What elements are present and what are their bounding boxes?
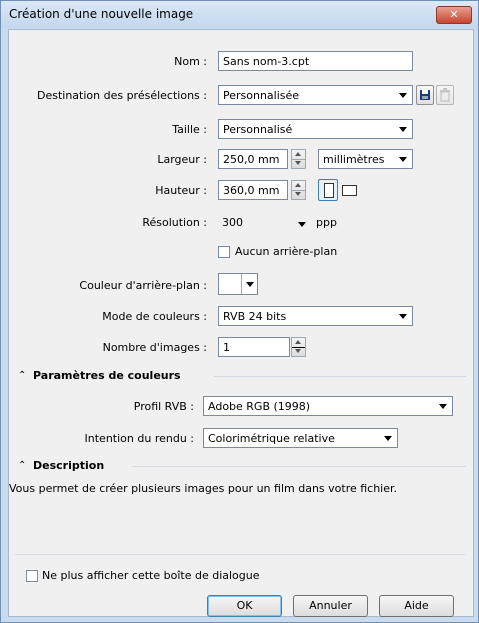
resolution-label: Résolution :	[142, 216, 207, 229]
bg-color-picker[interactable]	[218, 273, 258, 295]
spin-up-icon	[295, 340, 301, 344]
title-bar[interactable]: Création d'une nouvelle image ✕	[1, 1, 478, 28]
largeur-label: Largeur :	[157, 153, 207, 166]
hauteur-stepper[interactable]	[291, 180, 306, 200]
chevron-down-icon	[399, 93, 407, 98]
bg-color-label: Couleur d'arrière-plan :	[79, 279, 207, 292]
rgb-profile-select[interactable]: Adobe RGB (1998)	[203, 396, 453, 416]
color-swatch	[219, 274, 242, 294]
intent-label: Intention du rendu :	[84, 432, 194, 445]
save-preset-icon	[420, 90, 430, 100]
description-heading[interactable]: Description	[33, 459, 104, 472]
chevron-down-icon	[399, 314, 407, 319]
taille-label: Taille :	[172, 123, 207, 136]
ok-button[interactable]: OK	[207, 595, 282, 617]
cancel-button[interactable]: Annuler	[293, 595, 368, 617]
dialog-title: Création d'une nouvelle image	[9, 7, 194, 21]
collapse-chevron-icon[interactable]: ⌃	[18, 370, 26, 381]
intent-value: Colorimétrique relative	[208, 432, 335, 445]
rgb-profile-label: Profil RVB :	[133, 400, 194, 413]
image-count-input[interactable]: 1	[218, 337, 290, 357]
help-button[interactable]: Aide	[379, 595, 454, 617]
nom-label: Nom :	[174, 55, 207, 68]
delete-preset-icon	[440, 88, 450, 102]
nom-input[interactable]: Sans nom-3.cpt	[218, 51, 413, 71]
delete-preset-button[interactable]	[436, 85, 454, 105]
unit-value: millimètres	[323, 153, 385, 166]
spin-down-icon	[295, 192, 301, 196]
dont-show-checkbox[interactable]	[26, 570, 38, 582]
save-preset-button[interactable]	[416, 85, 434, 105]
chevron-down-icon	[246, 282, 254, 287]
taille-select[interactable]: Personnalisé	[218, 119, 413, 139]
chevron-down-icon	[439, 404, 447, 409]
chevron-down-icon	[399, 157, 407, 162]
spin-down-icon	[295, 161, 301, 165]
spin-up-icon	[295, 152, 301, 156]
taille-value: Personnalisé	[223, 123, 293, 136]
resolution-value[interactable]: 300	[222, 216, 243, 229]
dialog-body: Nom : Sans nom-3.cpt Destination des pré…	[8, 29, 474, 617]
color-mode-label: Mode de couleurs :	[102, 310, 207, 323]
chevron-down-icon	[399, 127, 407, 132]
chevron-down-icon	[384, 436, 392, 441]
largeur-input[interactable]: 250,0 mm	[218, 149, 288, 169]
rgb-profile-value: Adobe RGB (1998)	[208, 400, 311, 413]
dialog-window: Création d'une nouvelle image ✕ Nom : Sa…	[0, 0, 479, 623]
color-settings-heading[interactable]: Paramètres de couleurs	[33, 369, 181, 382]
close-icon: ✕	[449, 8, 459, 21]
landscape-orientation-icon[interactable]	[342, 185, 357, 196]
spin-up-icon	[295, 183, 301, 187]
destination-value: Personnalisée	[223, 89, 300, 102]
section-divider	[214, 376, 466, 377]
color-mode-select[interactable]: RVB 24 bits	[218, 306, 413, 326]
footer-divider	[15, 554, 465, 555]
section-divider	[132, 466, 466, 467]
hauteur-label: Hauteur :	[155, 184, 207, 197]
close-button[interactable]: ✕	[436, 6, 472, 24]
portrait-orientation-icon	[324, 183, 334, 198]
dont-show-label: Ne plus afficher cette boîte de dialogue	[42, 569, 260, 582]
no-background-checkbox[interactable]	[218, 246, 230, 258]
spin-down-icon	[295, 349, 301, 353]
chevron-down-icon[interactable]	[298, 222, 306, 227]
image-count-stepper[interactable]	[291, 337, 306, 357]
color-mode-value: RVB 24 bits	[223, 310, 287, 323]
hauteur-input[interactable]: 360,0 mm	[218, 180, 288, 200]
no-background-label: Aucun arrière-plan	[235, 245, 338, 258]
collapse-chevron-icon[interactable]: ⌃	[18, 460, 26, 471]
unit-select[interactable]: millimètres	[318, 149, 413, 169]
description-text: Vous permet de créer plusieurs images po…	[9, 482, 398, 495]
destination-label: Destination des présélections :	[36, 89, 207, 102]
intent-select[interactable]: Colorimétrique relative	[203, 428, 398, 448]
largeur-stepper[interactable]	[291, 149, 306, 169]
destination-select[interactable]: Personnalisée	[218, 85, 413, 105]
resolution-unit: ppp	[316, 216, 337, 229]
image-count-label: Nombre d'images :	[102, 341, 207, 354]
portrait-button[interactable]	[318, 179, 338, 201]
